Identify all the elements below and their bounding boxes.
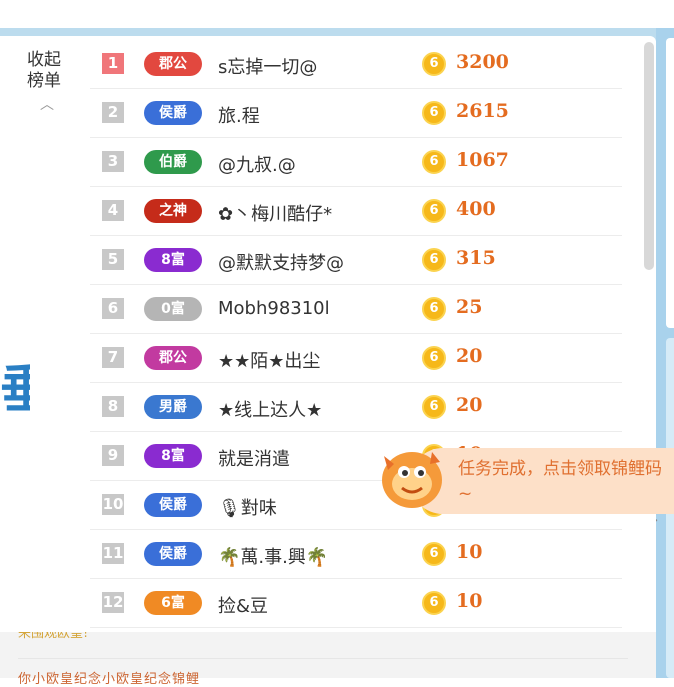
rank-number: 6	[102, 298, 124, 319]
badge-label: 伯爵	[159, 154, 187, 170]
leaderboard-row[interactable]: 1 郡公 s忘掉一切@ 6 3200	[90, 40, 622, 89]
coin-icon: 6	[422, 542, 446, 566]
rank-badge: 男爵	[144, 395, 202, 419]
coin-amount: 3200	[456, 51, 509, 73]
divider	[18, 658, 628, 659]
leaderboard-row[interactable]: 11 侯爵 🌴萬.事.興🌴 6 10	[90, 530, 622, 579]
rank-badge: 郡公	[144, 52, 202, 76]
leaderboard-row[interactable]: 7 郡公 ★★陌★出尘 6 20	[90, 334, 622, 383]
badge-label: 8富	[161, 252, 185, 268]
coin-amount: 400	[456, 198, 496, 220]
rank-badge: 0富	[144, 297, 202, 321]
rank-number: 7	[102, 347, 124, 368]
user-name[interactable]: 捡&豆	[218, 592, 268, 618]
user-name[interactable]: ✿丶梅川酷仔*	[218, 200, 332, 226]
koi-fish-icon[interactable]	[372, 436, 448, 516]
user-name[interactable]: Mobh98310l	[218, 298, 330, 319]
badge-label: 0富	[161, 301, 185, 317]
collapse-leaderboard-button[interactable]: 收起榜单 ︿	[24, 50, 70, 114]
user-name[interactable]: 🌴萬.事.興🌴	[218, 543, 328, 569]
top-bar	[0, 0, 674, 28]
leaderboard-row[interactable]: 12 6富 捡&豆 6 10	[90, 579, 622, 628]
rank-badge: 6富	[144, 591, 202, 615]
leaderboard-row[interactable]: 6 0富 Mobh98310l 6 25	[90, 285, 622, 334]
user-name[interactable]: @九叔.@	[218, 151, 296, 177]
rank-number: 12	[102, 592, 124, 613]
right-side-panel	[666, 38, 674, 328]
rank-number: 4	[102, 200, 124, 221]
coin-icon: 6	[422, 346, 446, 370]
rank-number: 8	[102, 396, 124, 417]
badge-label: 侯爵	[159, 546, 187, 562]
rank-number: 1	[102, 53, 124, 74]
coin-amount: 10	[456, 541, 483, 563]
leaderboard-row[interactable]: 5 8富 @默默支持梦@ 6 315	[90, 236, 622, 285]
coin-icon: 6	[422, 248, 446, 272]
coin-icon: 6	[422, 395, 446, 419]
badge-label: 之神	[159, 203, 187, 219]
rank-number: 5	[102, 249, 124, 270]
coin-icon: 6	[422, 297, 446, 321]
leaderboard-list: 1 郡公 s忘掉一切@ 6 3200 2 侯爵 旅.程 6 2615 3 伯爵 @九叔.@ 6 1067 4 之…	[90, 40, 622, 628]
rank-badge: 8富	[144, 248, 202, 272]
user-name[interactable]: 就是消遣	[218, 445, 290, 471]
coin-icon: 6	[422, 52, 446, 76]
collapse-label: 收起榜单	[27, 50, 61, 91]
rank-badge: 侯爵	[144, 101, 202, 125]
rank-number: 9	[102, 445, 124, 466]
user-name[interactable]: ★★陌★出尘	[218, 347, 320, 373]
badge-label: 郡公	[159, 350, 187, 366]
rank-badge: 伯爵	[144, 150, 202, 174]
coin-icon: 6	[422, 591, 446, 615]
rank-number: 11	[102, 543, 124, 564]
chevron-up-icon: ︿	[40, 97, 54, 113]
user-name[interactable]: @默默支持梦@	[218, 249, 344, 275]
rank-number: 3	[102, 151, 124, 172]
leaderboard-row[interactable]: 3 伯爵 @九叔.@ 6 1067	[90, 138, 622, 187]
rank-badge: 侯爵	[144, 493, 202, 517]
badge-label: 男爵	[159, 399, 187, 415]
leaderboard-row[interactable]: 4 之神 ✿丶梅川酷仔* 6 400	[90, 187, 622, 236]
rank-number: 10	[102, 494, 124, 515]
background-glyph: 垂	[0, 360, 30, 420]
rank-badge: 郡公	[144, 346, 202, 370]
coin-amount: 20	[456, 394, 483, 416]
badge-label: 郡公	[159, 56, 187, 72]
badge-label: 侯爵	[159, 497, 187, 513]
coin-icon: 6	[422, 101, 446, 125]
badge-label: 6富	[161, 595, 185, 611]
user-name[interactable]: 🎙對味	[218, 494, 277, 520]
scrollbar-thumb[interactable]	[644, 42, 654, 270]
rank-number: 2	[102, 102, 124, 123]
badge-label: 侯爵	[159, 105, 187, 121]
badge-label: 8富	[161, 448, 185, 464]
coin-amount: 10	[456, 590, 483, 612]
coin-amount: 315	[456, 247, 496, 269]
rank-badge: 之神	[144, 199, 202, 223]
user-name[interactable]: s忘掉一切@	[218, 53, 317, 79]
rank-badge: 侯爵	[144, 542, 202, 566]
coin-amount: 2615	[456, 100, 509, 122]
coin-icon: 6	[422, 150, 446, 174]
coin-amount: 1067	[456, 149, 509, 171]
user-name[interactable]: 旅.程	[218, 102, 260, 128]
coin-amount: 25	[456, 296, 483, 318]
coin-icon: 6	[422, 199, 446, 223]
coin-amount: 20	[456, 345, 483, 367]
rank-badge: 8富	[144, 444, 202, 468]
leaderboard-row[interactable]: 8 男爵 ★线上达人★ 6 20	[90, 383, 622, 432]
user-name[interactable]: ★线上达人★	[218, 396, 322, 422]
toast-message[interactable]: 任务完成，点击领取锦鲤码~	[458, 457, 674, 507]
leaderboard-row[interactable]: 2 侯爵 旅.程 6 2615	[90, 89, 622, 138]
